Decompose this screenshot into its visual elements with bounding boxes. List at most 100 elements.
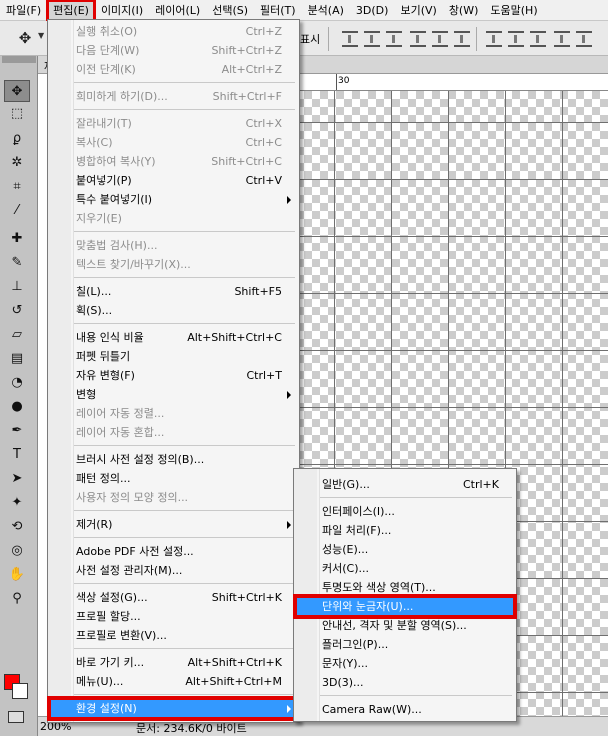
menu-창[interactable]: 창(W) [443,0,485,21]
dodge-tool-icon[interactable]: ● [4,396,30,418]
menu-item-shortcut: Ctrl+X [245,117,282,130]
3d-rotate-tool-icon[interactable]: ⟲ [4,516,30,538]
menu-item-파일-처리[interactable]: 파일 처리(F)... [296,521,514,540]
gradient-tool-icon[interactable]: ▤ [4,348,30,370]
menu-item-변형[interactable]: 변형 [50,385,297,404]
menu-item-label: 파일 처리(F)... [322,524,392,537]
menu-레이어[interactable]: 레이어(L) [149,0,206,21]
path-select-tool-icon[interactable]: ➤ [4,468,30,490]
hand-tool-icon[interactable]: ✋ [4,564,30,586]
panel-grip[interactable] [2,56,36,63]
chevron-down-icon[interactable]: ▼ [38,31,44,40]
move-tool-icon[interactable]: ✥ [4,80,30,102]
menu-item-사전-설정-관리자[interactable]: 사전 설정 관리자(M)... [50,561,297,580]
align-right-icon[interactable] [454,31,470,47]
align-vcenter-icon[interactable] [364,31,380,47]
zoom-tool-icon[interactable]: ⚲ [4,588,30,610]
quick-select-tool-icon[interactable]: ✲ [4,152,30,174]
crop-tool-icon[interactable]: ⌗ [4,176,30,198]
menu-separator [320,695,512,696]
menu-item-붙여넣기[interactable]: 붙여넣기(P) Ctrl+V [50,171,297,190]
menu-item-인터페이스[interactable]: 인터페이스(I)... [296,502,514,521]
menu-item-제거[interactable]: 제거(R) [50,515,297,534]
blur-tool-icon[interactable]: ◔ [4,372,30,394]
menu-편집[interactable]: 편집(E) [46,0,96,22]
distribute-vcenter-icon[interactable] [508,31,524,47]
align-hcenter-icon[interactable] [432,31,448,47]
menu-item-adobe-pdf-사전-설정[interactable]: Adobe PDF 사전 설정... [50,542,297,561]
history-brush-tool-icon[interactable]: ↺ [4,300,30,322]
ruler-tick [336,74,337,90]
menu-item-성능[interactable]: 성능(E)... [296,540,514,559]
distribute-left-icon[interactable] [554,31,570,47]
3d-orbit-tool-icon[interactable]: ◎ [4,540,30,562]
menu-separator [74,109,295,110]
menu-item-바로-가기-키[interactable]: 바로 가기 키... Alt+Shift+Ctrl+K [50,653,297,672]
menu-필터[interactable]: 필터(T) [254,0,302,21]
menu-item-문자[interactable]: 문자(Y)... [296,654,514,673]
pen-tool-icon[interactable]: ✒ [4,420,30,442]
show-transform-label: 표시 [300,33,321,46]
align-top-icon[interactable] [342,31,358,47]
type-tool-icon[interactable]: T [4,444,30,466]
menu-item-플러그인[interactable]: 플러그인(P)... [296,635,514,654]
eraser-tool-icon[interactable]: ▱ [4,324,30,346]
menu-선택[interactable]: 선택(S) [206,0,254,21]
menu-item-label: 퍼펫 뒤틀기 [76,350,131,363]
menu-item-내용-인식-비율[interactable]: 내용 인식 비율 Alt+Shift+Ctrl+C [50,328,297,347]
menu-item-레이어-자동-정렬: 레이어 자동 정렬... [50,404,297,423]
menu-파일[interactable]: 파일(F) [0,0,47,21]
menu-item-희미하게-하기: 희미하게 하기(D)... Shift+Ctrl+F [50,87,297,106]
distribute-top-icon[interactable] [486,31,502,47]
menu-item-안내선-격자-및-분할-영역[interactable]: 안내선, 격자 및 분할 영역(S)... [296,616,514,635]
lasso-tool-icon[interactable]: ϼ [4,128,30,150]
menu-item-패턴-정의[interactable]: 패턴 정의... [50,469,297,488]
menu-이미지[interactable]: 이미지(I) [95,0,149,21]
menu-item-지우기: 지우기(E) [50,209,297,228]
quick-mask-icon[interactable] [8,711,24,723]
background-color-swatch[interactable] [12,683,28,699]
menu-item-자유-변형[interactable]: 자유 변형(F) Ctrl+T [50,366,297,385]
menu-item-획[interactable]: 획(S)... [50,301,297,320]
menu-item-label: 바로 가기 키... [76,656,145,669]
align-bottom-icon[interactable] [386,31,402,47]
distribute-hcenter-icon[interactable] [576,31,592,47]
menu-3d[interactable]: 3D(D) [350,0,395,21]
menu-separator [74,510,295,511]
menu-item-3d[interactable]: 3D(3)... [296,673,514,692]
menu-item-일반[interactable]: 일반(G)... Ctrl+K [296,475,514,494]
menu-item-환경-설정[interactable]: 환경 설정(N) [47,696,300,721]
menu-item-shortcut: Ctrl+C [245,136,282,149]
menu-item-label: 다음 단계(W) [76,44,140,57]
menu-item-label: 자유 변형(F) [76,369,135,382]
menu-item-프로필-할당[interactable]: 프로필 할당... [50,607,297,626]
eyedropper-tool-icon[interactable]: ⁄ [4,200,30,222]
menu-보기[interactable]: 보기(V) [394,0,442,21]
menu-item-사용자-정의-모양-정의: 사용자 정의 모양 정의... [50,488,297,507]
menu-separator [74,648,295,649]
menu-분석[interactable]: 분석(A) [302,0,350,21]
move-tool-preset-icon[interactable]: ✥ [14,29,36,47]
menu-item-label: Camera Raw(W)... [322,703,422,716]
menu-item-프로필로-변환[interactable]: 프로필로 변환(V)... [50,626,297,645]
menu-item-특수-붙여넣기[interactable]: 특수 붙여넣기(I) [50,190,297,209]
menu-item-camera-raw[interactable]: Camera Raw(W)... [296,700,514,719]
healing-brush-tool-icon[interactable]: ✚ [4,228,30,250]
menu-item-브러시-사전-설정-정의[interactable]: 브러시 사전 설정 정의(B)... [50,450,297,469]
menu-item-퍼펫-뒤틀기[interactable]: 퍼펫 뒤틀기 [50,347,297,366]
menu-item-색상-설정[interactable]: 색상 설정(G)... Shift+Ctrl+K [50,588,297,607]
menu-item-투명도와-색상-영역[interactable]: 투명도와 색상 영역(T)... [296,578,514,597]
marquee-tool-icon[interactable]: ⬚ [4,103,30,125]
distribute-bottom-icon[interactable] [530,31,546,47]
menu-도움말[interactable]: 도움말(H) [484,0,543,21]
brush-tool-icon[interactable]: ✎ [4,252,30,274]
menu-item-병합하여-복사: 병합하여 복사(Y) Shift+Ctrl+C [50,152,297,171]
shape-tool-icon[interactable]: ✦ [4,492,30,514]
menu-item-커서[interactable]: 커서(C)... [296,559,514,578]
menu-item-단위와-눈금자[interactable]: 단위와 눈금자(U)... [293,594,517,619]
align-left-icon[interactable] [410,31,426,47]
menu-item-칠[interactable]: 칠(L)... Shift+F5 [50,282,297,301]
menu-item-label: 잘라내기(T) [76,117,132,130]
menu-item-메뉴[interactable]: 메뉴(U)... Alt+Shift+Ctrl+M [50,672,297,691]
stamp-tool-icon[interactable]: ⊥ [4,276,30,298]
